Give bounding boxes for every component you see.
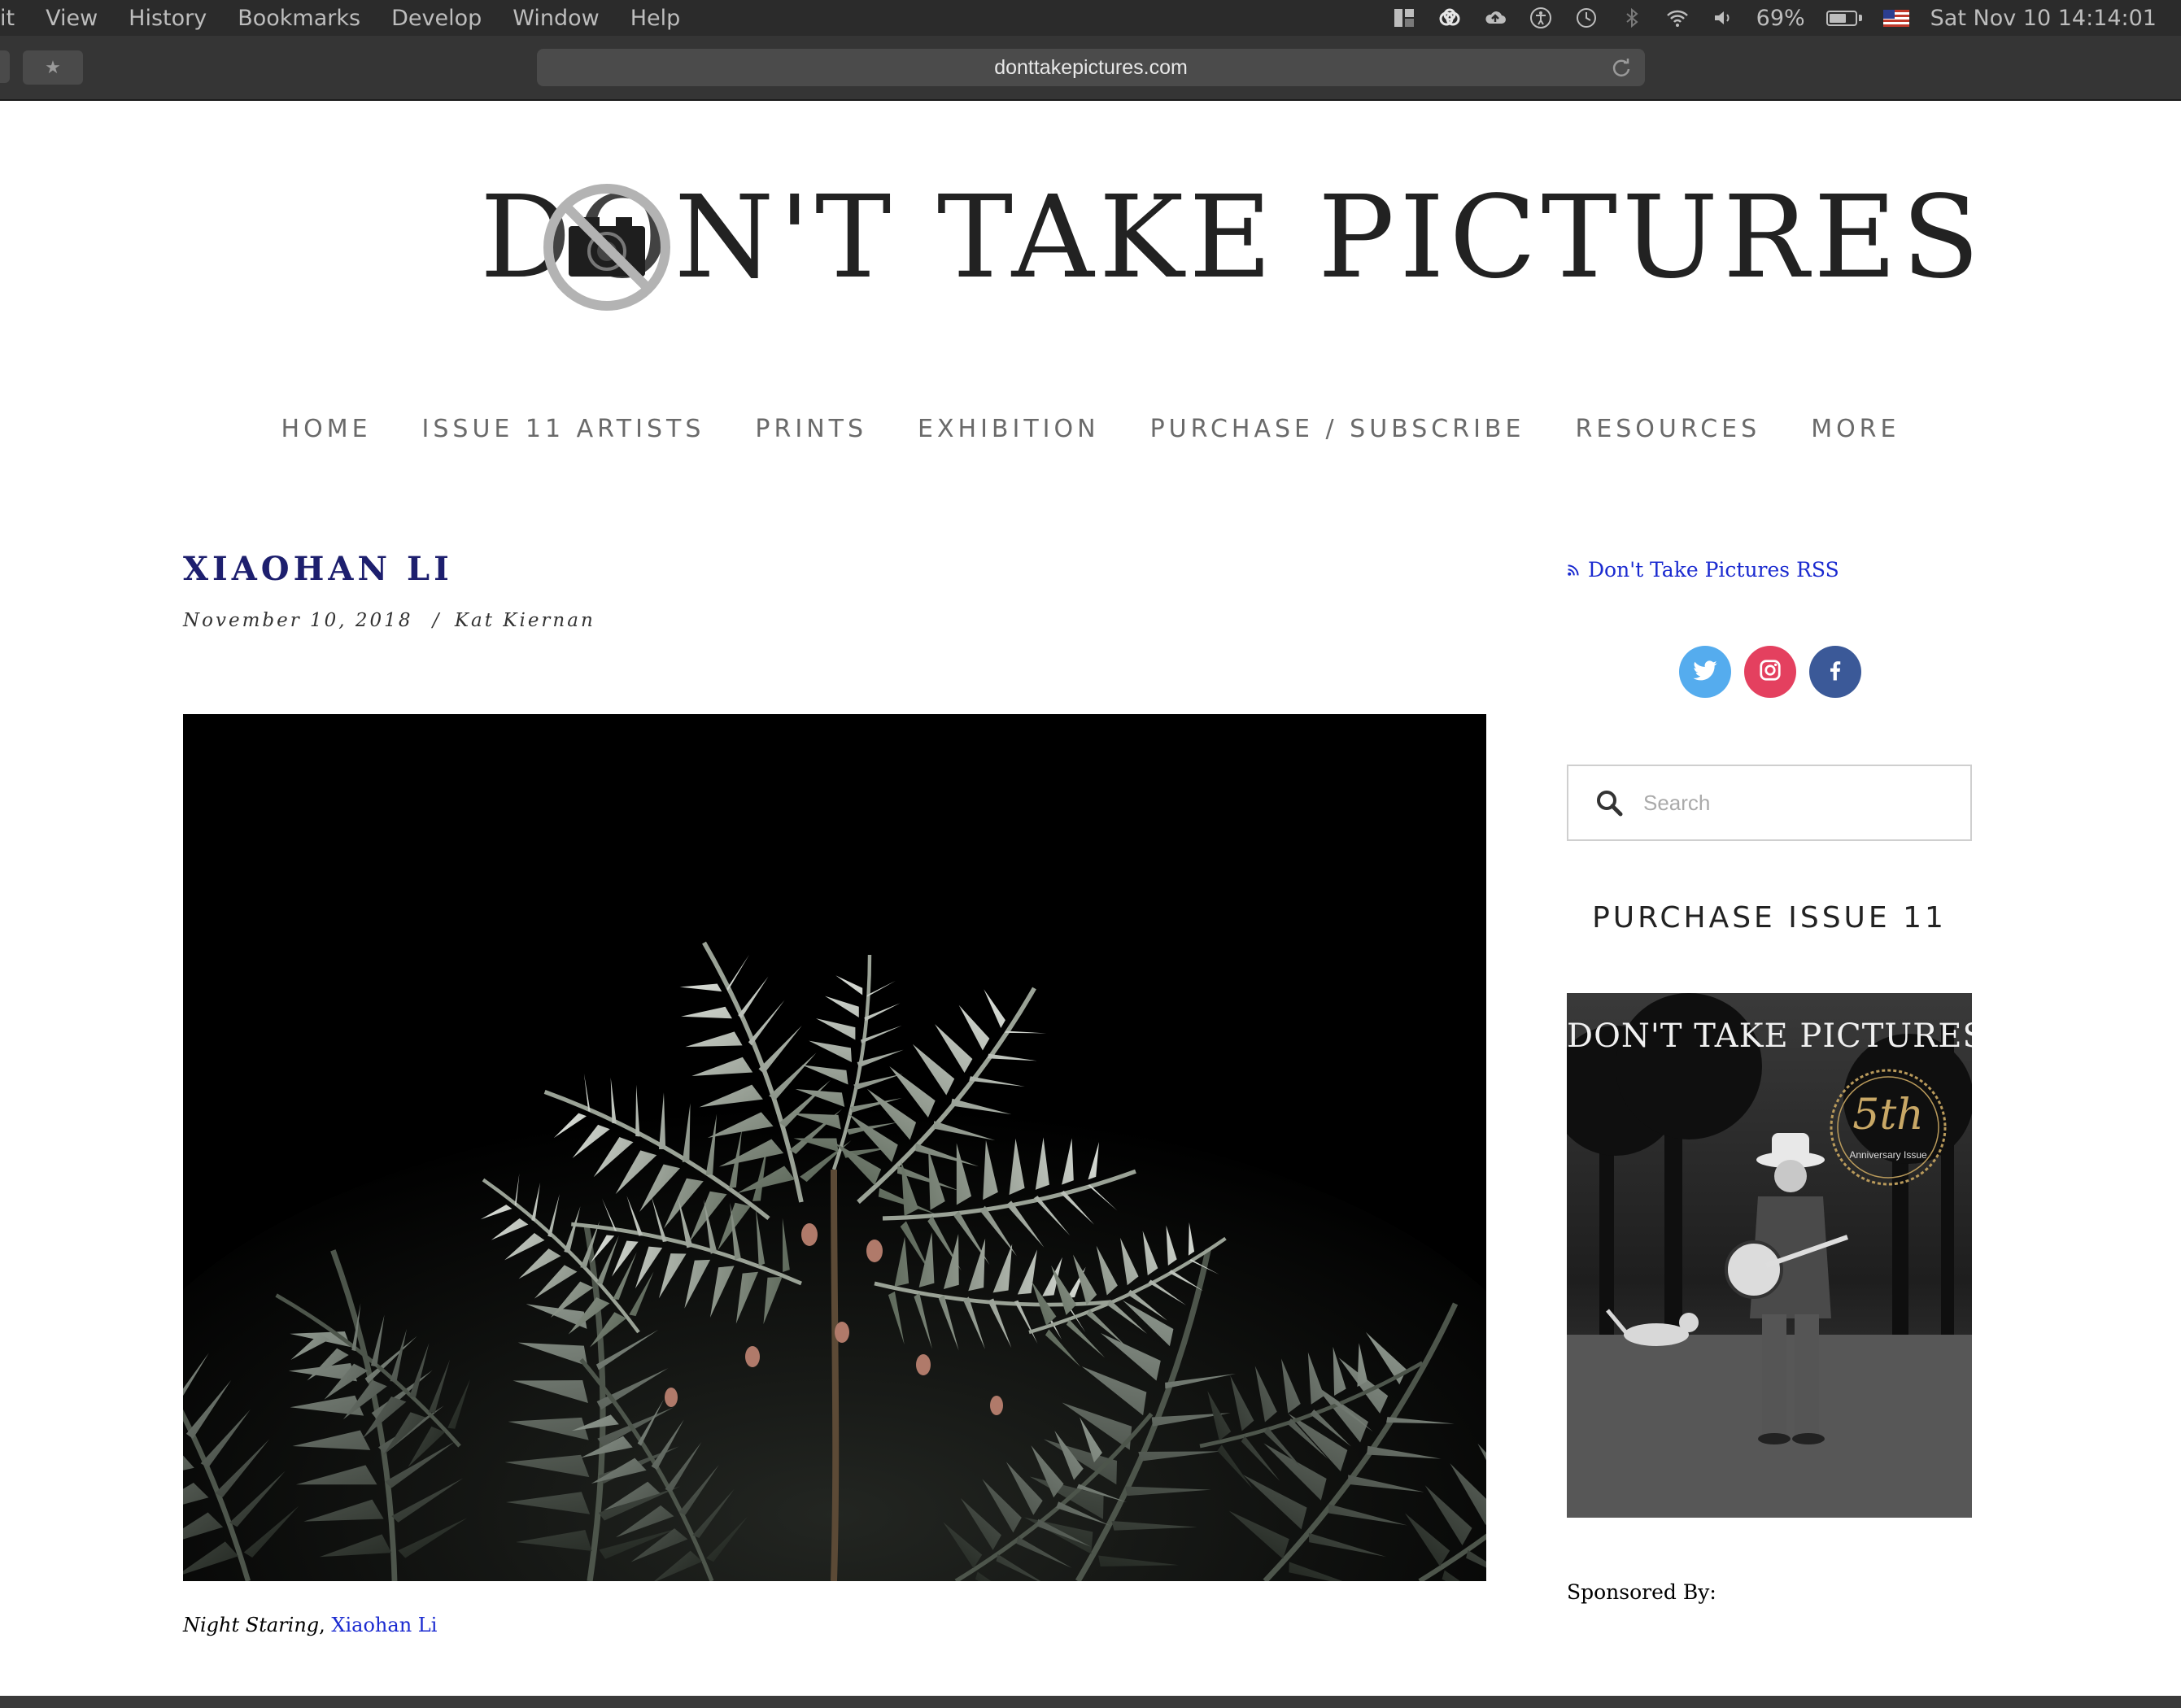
menu-help[interactable]: Help	[630, 6, 681, 31]
post-title[interactable]: XIAOHAN LI	[183, 550, 453, 588]
nav-purchase-subscribe[interactable]: PURCHASE / SUBSCRIBE	[1150, 415, 1525, 443]
back-button[interactable]	[0, 50, 10, 83]
battery-percent[interactable]: 69%	[1756, 6, 1805, 31]
rss-label: Don't Take Pictures RSS	[1588, 558, 1839, 582]
nav-exhibition[interactable]: EXHIBITION	[918, 415, 1100, 443]
clock[interactable]: Sat Nov 10 14:14:01	[1930, 6, 2157, 31]
accessibility-icon[interactable]	[1529, 6, 1553, 30]
window-layout-icon[interactable]	[1392, 6, 1416, 30]
cover-badge-main: 5th	[1852, 1091, 1924, 1139]
nav-issue-11-artists[interactable]: ISSUE 11 ARTISTS	[422, 415, 705, 443]
instagram-icon	[1758, 658, 1782, 686]
twitter-link[interactable]	[1679, 646, 1731, 698]
post-date[interactable]: November 10, 2018	[183, 610, 412, 631]
search-input[interactable]	[1642, 789, 1954, 817]
creative-cloud-icon[interactable]	[1437, 6, 1462, 30]
nav-prints[interactable]: PRINTS	[755, 415, 867, 443]
nav-more[interactable]: MORE	[1811, 415, 1900, 443]
social-links	[1679, 646, 1861, 698]
window-bottom-edge	[0, 1696, 2181, 1708]
nav-home[interactable]: HOME	[281, 415, 372, 443]
wifi-icon[interactable]	[1665, 6, 1690, 30]
post-author[interactable]: Kat Kiernan	[455, 610, 595, 631]
battery-shell	[1825, 10, 1857, 26]
site-logo[interactable]: DON'T TAKE PICTURES	[456, 167, 1980, 329]
system-menu-bar: it View History Bookmarks Develop Window…	[0, 0, 2181, 36]
caption-separator: ,	[319, 1614, 332, 1636]
battery-fill	[1829, 13, 1847, 23]
url-text: donttakepictures.com	[994, 55, 1188, 79]
cover-illustration	[1567, 993, 1972, 1518]
no-camera-icon	[541, 181, 673, 313]
plant-photo-illustration	[183, 714, 1486, 1581]
caption-title: Night Staring	[183, 1614, 320, 1636]
menu-bookmarks[interactable]: Bookmarks	[238, 6, 360, 31]
reload-icon[interactable]	[1609, 55, 1634, 80]
twitter-icon	[1692, 657, 1718, 687]
rss-link[interactable]: Don't Take Pictures RSS	[1567, 558, 1839, 582]
volume-icon[interactable]	[1711, 6, 1735, 30]
search-box[interactable]	[1567, 765, 1972, 841]
battery-icon[interactable]	[1825, 10, 1862, 26]
menu-window[interactable]: Window	[513, 6, 599, 31]
star-icon: ★	[45, 57, 61, 77]
cloud-upload-icon[interactable]	[1483, 6, 1507, 30]
issue-cover[interactable]: DON'T TAKE PICTURES 5th Anniversary Issu…	[1567, 993, 1972, 1518]
bookmarks-button[interactable]: ★	[23, 50, 83, 85]
cover-badge-sub: Anniversary Issue	[1849, 1149, 1927, 1161]
app-menus: it View History Bookmarks Develop Window…	[0, 0, 711, 36]
browser-toolbar: ★ donttakepictures.com	[0, 36, 2181, 101]
cover-title: DON'T TAKE PICTURES	[1567, 1017, 1972, 1055]
purchase-heading: PURCHASE ISSUE 11	[1592, 901, 1947, 935]
facebook-icon	[1823, 658, 1847, 686]
menu-history[interactable]: History	[129, 6, 207, 31]
address-bar[interactable]: donttakepictures.com	[537, 49, 1645, 86]
logo-text: DON'T TAKE PICTURES	[480, 172, 1985, 304]
bluetooth-icon[interactable]	[1620, 6, 1644, 30]
menu-develop[interactable]: Develop	[391, 6, 482, 31]
input-source-flag-icon[interactable]	[1882, 9, 1909, 27]
main-nav: HOME ISSUE 11 ARTISTS PRINTS EXHIBITION …	[0, 415, 2181, 443]
caption-artist-link[interactable]: Xiaohan Li	[331, 1614, 437, 1636]
meta-separator: /	[432, 610, 442, 631]
menu-view[interactable]: View	[46, 6, 98, 31]
menu-edit[interactable]: it	[0, 6, 15, 31]
sponsored-label: Sponsored By:	[1567, 1580, 1716, 1604]
battery-tip	[1858, 15, 1862, 21]
time-machine-icon[interactable]	[1574, 6, 1599, 30]
post-photo[interactable]	[183, 714, 1486, 1581]
status-area: 69% Sat Nov 10 14:14:01	[1392, 0, 2157, 36]
nav-resources[interactable]: RESOURCES	[1575, 415, 1760, 443]
rss-icon	[1567, 558, 1580, 582]
post-meta: November 10, 2018 / Kat Kiernan	[183, 610, 595, 631]
facebook-link[interactable]	[1809, 646, 1861, 698]
search-icon	[1594, 788, 1624, 817]
photo-caption: Night Staring, Xiaohan Li	[183, 1614, 437, 1636]
instagram-link[interactable]	[1744, 646, 1796, 698]
